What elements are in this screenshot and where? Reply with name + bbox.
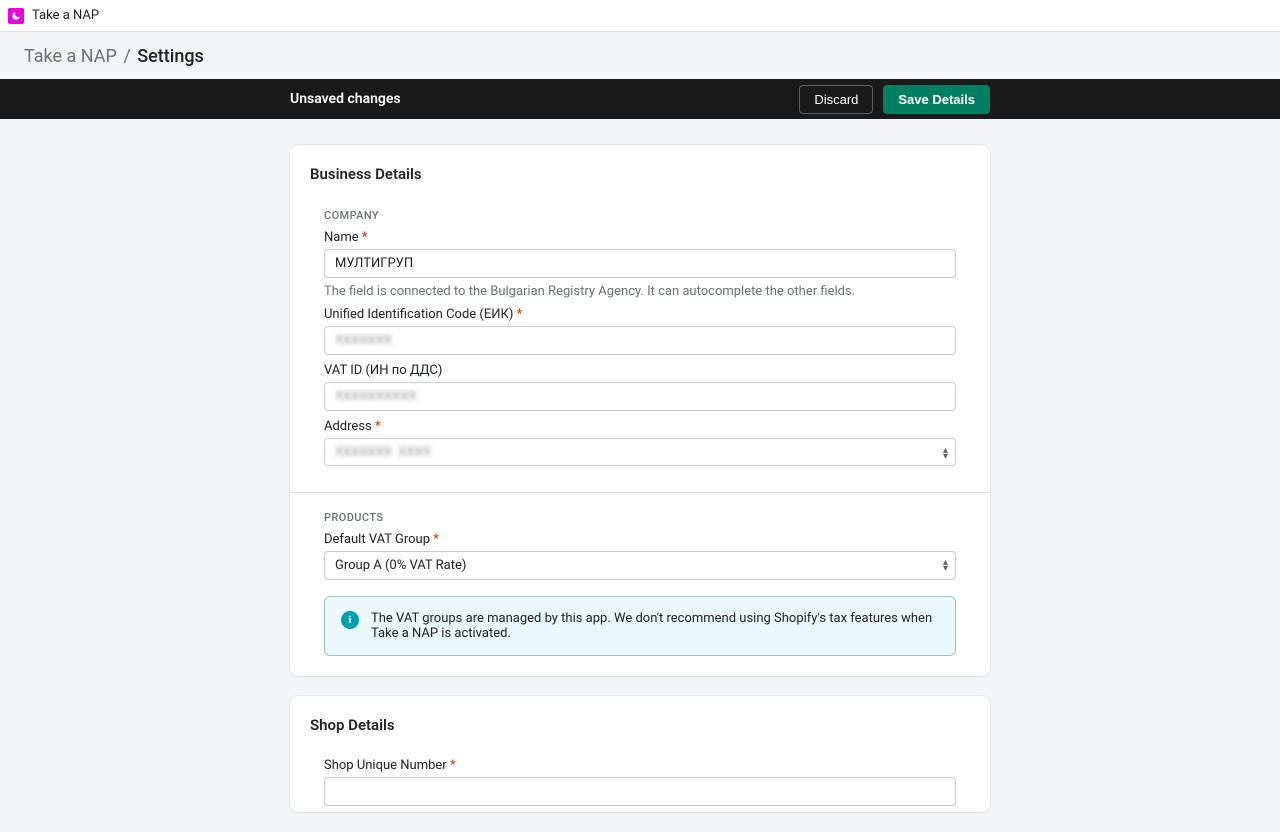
breadcrumb-root[interactable]: Take a NAP <box>24 46 117 67</box>
card-title-shop: Shop Details <box>290 716 990 744</box>
breadcrumb-leaf: Settings <box>137 46 204 67</box>
save-button[interactable]: Save Details <box>883 85 990 114</box>
app-logo-icon <box>8 8 24 24</box>
company-subtitle: Company <box>324 209 956 222</box>
top-app-bar: Take a NAP <box>0 0 1280 32</box>
address-input[interactable]: XXXXXXX XXXX <box>324 438 956 466</box>
vat-id-label: VAT ID (ИН по ДДС) <box>324 363 956 378</box>
products-section: Products Default VAT Group * Group A (0%… <box>290 492 990 656</box>
info-banner-text: The VAT groups are managed by this app. … <box>371 611 939 641</box>
name-label: Name * <box>324 230 956 245</box>
app-title: Take a NAP <box>32 8 99 23</box>
address-label: Address * <box>324 419 956 434</box>
shop-unique-number-label: Shop Unique Number * <box>324 758 956 773</box>
breadcrumb: Take a NAP / Settings <box>0 32 1280 79</box>
company-section: Company Name * The field is connected to… <box>290 193 990 470</box>
default-vat-label: Default VAT Group * <box>324 532 956 547</box>
contextual-save-bar: Unsaved changes Discard Save Details <box>0 79 1280 119</box>
info-banner: i The VAT groups are managed by this app… <box>324 596 956 656</box>
unsaved-changes-text: Unsaved changes <box>290 91 401 107</box>
info-icon: i <box>341 611 359 629</box>
card-title-business: Business Details <box>290 165 990 193</box>
name-helptext: The field is connected to the Bulgarian … <box>324 284 956 299</box>
uic-input[interactable] <box>324 326 956 355</box>
uic-label: Unified Identification Code (ЕИК) * <box>324 307 956 322</box>
shop-unique-number-input[interactable] <box>324 777 956 806</box>
discard-button[interactable]: Discard <box>799 85 873 114</box>
vat-id-input[interactable] <box>324 382 956 411</box>
business-details-card: Business Details Company Name * The fiel… <box>290 145 990 676</box>
company-name-input[interactable] <box>324 249 956 278</box>
default-vat-select[interactable]: Group A (0% VAT Rate) <box>324 551 956 580</box>
breadcrumb-separator: / <box>117 46 137 67</box>
shop-details-card: Shop Details Shop Unique Number * <box>290 696 990 812</box>
products-subtitle: Products <box>324 511 956 524</box>
